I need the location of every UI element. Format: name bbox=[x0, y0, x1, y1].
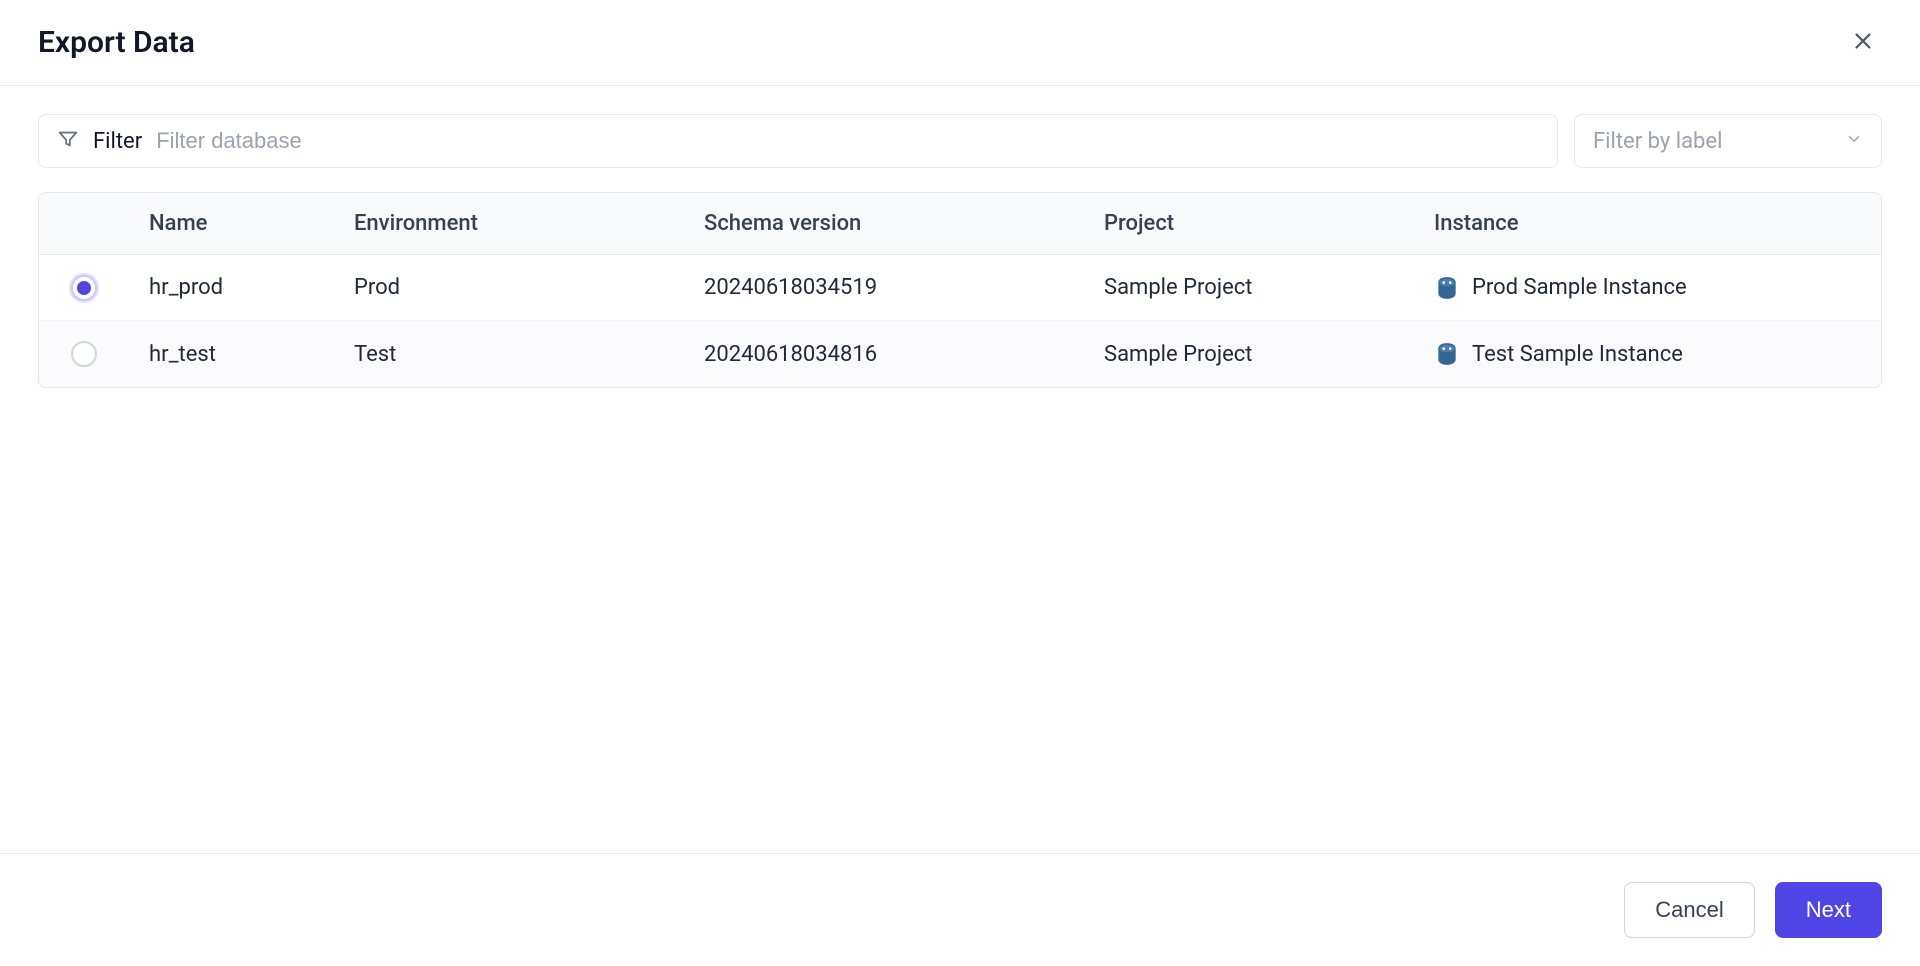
row-project: Sample Project bbox=[1084, 342, 1414, 367]
chevron-down-icon bbox=[1845, 130, 1863, 152]
close-button[interactable] bbox=[1844, 22, 1882, 63]
row-select-radio[interactable] bbox=[71, 275, 97, 301]
filter-label: Filter bbox=[93, 129, 142, 154]
table-row[interactable]: hr_prod Prod 20240618034519 Sample Proje… bbox=[39, 255, 1881, 321]
filter-database-input[interactable] bbox=[156, 128, 1539, 154]
next-button[interactable]: Next bbox=[1775, 882, 1882, 938]
column-header-environment: Environment bbox=[334, 211, 684, 236]
row-name: hr_test bbox=[129, 342, 334, 367]
row-schema-version: 20240618034519 bbox=[684, 275, 1084, 300]
row-environment: Prod bbox=[334, 275, 684, 300]
postgres-icon bbox=[1434, 275, 1460, 301]
column-header-instance: Instance bbox=[1414, 211, 1881, 236]
close-icon bbox=[1850, 28, 1876, 57]
row-instance-cell: Test Sample Instance bbox=[1414, 341, 1881, 367]
modal-title: Export Data bbox=[38, 25, 195, 60]
row-radio-cell bbox=[39, 275, 129, 301]
row-instance: Test Sample Instance bbox=[1472, 342, 1683, 367]
row-instance: Prod Sample Instance bbox=[1472, 275, 1687, 300]
modal-footer: Cancel Next bbox=[0, 853, 1920, 966]
filter-by-label-select[interactable]: Filter by label bbox=[1574, 114, 1882, 168]
row-select-radio[interactable] bbox=[71, 341, 97, 367]
row-name: hr_prod bbox=[129, 275, 334, 300]
table-row[interactable]: hr_test Test 20240618034816 Sample Proje… bbox=[39, 321, 1881, 387]
filter-icon bbox=[57, 128, 79, 154]
table-header: Name Environment Schema version Project … bbox=[39, 193, 1881, 255]
modal-header: Export Data bbox=[0, 0, 1920, 86]
column-header-schema-version: Schema version bbox=[684, 211, 1084, 236]
filters-row: Filter Filter by label bbox=[38, 114, 1882, 168]
modal-body: Filter Filter by label Name Environment … bbox=[0, 86, 1920, 416]
database-table: Name Environment Schema version Project … bbox=[38, 192, 1882, 388]
column-header-project: Project bbox=[1084, 211, 1414, 236]
row-project: Sample Project bbox=[1084, 275, 1414, 300]
filter-by-label-placeholder: Filter by label bbox=[1593, 129, 1722, 154]
filter-input-container[interactable]: Filter bbox=[38, 114, 1558, 168]
column-header-name: Name bbox=[129, 211, 334, 236]
cancel-button[interactable]: Cancel bbox=[1624, 882, 1754, 938]
row-environment: Test bbox=[334, 342, 684, 367]
radio-dot bbox=[77, 281, 91, 295]
row-schema-version: 20240618034816 bbox=[684, 342, 1084, 367]
row-instance-cell: Prod Sample Instance bbox=[1414, 275, 1881, 301]
row-radio-cell bbox=[39, 341, 129, 367]
postgres-icon bbox=[1434, 341, 1460, 367]
